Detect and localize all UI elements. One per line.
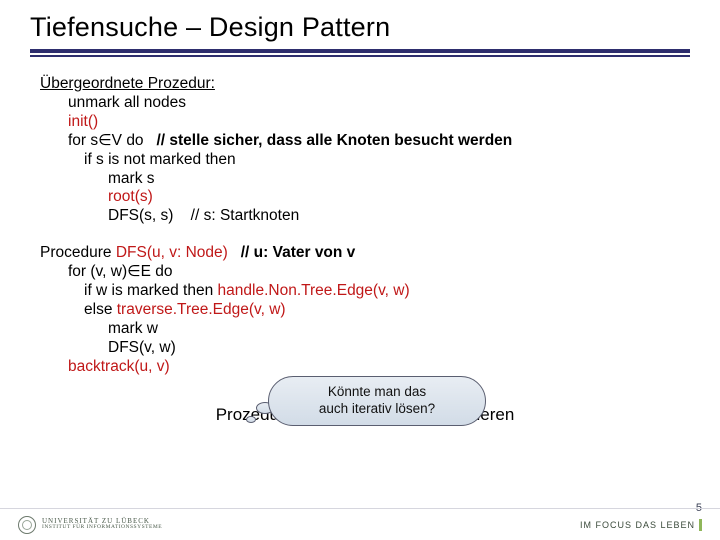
bubble-body: Könnte man das auch iterativ lösen? [268, 376, 486, 426]
seal-icon [18, 516, 36, 534]
proc2-for: for (v, w)∈E do [40, 263, 690, 282]
proc2-traverse: traverse.Tree.Edge(v, w) [117, 301, 286, 318]
proc1-if: if s is not marked then [40, 151, 690, 170]
proc2-if: if w is marked then [84, 282, 218, 299]
proc1-dfs: DFS(s, s) [108, 207, 173, 224]
proc1-root: root(s) [108, 188, 153, 205]
uni-institute: INSTITUT FÜR INFORMATIONSSYSTEME [42, 525, 162, 531]
element-of-symbol: ∈ [98, 132, 112, 149]
proc1-for-pre: for s [68, 132, 98, 149]
procedure-dfs: Procedure DFS(u, v: Node) // u: Vater vo… [40, 244, 690, 376]
focus-bar-icon [699, 519, 702, 531]
procedure-main: Übergeordnete Prozedur: unmark all nodes… [40, 75, 690, 226]
proc2-handle: handle.Non.Tree.Edge(v, w) [218, 282, 410, 299]
proc1-mark: mark s [40, 170, 690, 189]
slide-title: Tiefensuche – Design Pattern [30, 12, 690, 43]
title-rule-thick [30, 49, 690, 53]
proc2-comment: // u: Vater von v [241, 244, 356, 261]
thought-bubble: Könnte man das auch iterativ lösen? [246, 372, 506, 430]
bubble-line2: auch iterativ lösen? [319, 401, 435, 418]
proc1-for-comment: // stelle sicher, dass alle Knoten besuc… [156, 132, 512, 149]
proc1-unmark: unmark all nodes [40, 94, 690, 113]
proc2-sig: (u, v: Node) [147, 244, 228, 261]
focus-text: IM FOCUS DAS LEBEN [580, 520, 695, 530]
content-area: Übergeordnete Prozedur: unmark all nodes… [0, 57, 720, 425]
proc2-name: DFS [116, 244, 147, 261]
proc1-init: init() [68, 113, 98, 130]
slide-footer: UNIVERSITÄT ZU LÜBECK INSTITUT FÜR INFOR… [0, 508, 720, 540]
proc2-mark: mark w [40, 320, 690, 339]
proc1-dfs-comment: // s: Startknoten [191, 207, 300, 224]
proc2-backtrack: backtrack(u, v) [68, 358, 170, 375]
proc1-heading: Übergeordnete Prozedur: [40, 75, 215, 92]
bubble-line1: Könnte man das [328, 384, 426, 401]
focus-tagline: IM FOCUS DAS LEBEN [580, 519, 702, 531]
proc1-for-set: V do [112, 132, 144, 149]
proc2-else: else [84, 301, 117, 318]
proc2-proc-keyword: Procedure [40, 244, 116, 261]
proc2-dfs: DFS(v, w) [40, 339, 690, 358]
university-logo: UNIVERSITÄT ZU LÜBECK INSTITUT FÜR INFOR… [18, 516, 162, 534]
bubble-puff-small [246, 416, 256, 423]
